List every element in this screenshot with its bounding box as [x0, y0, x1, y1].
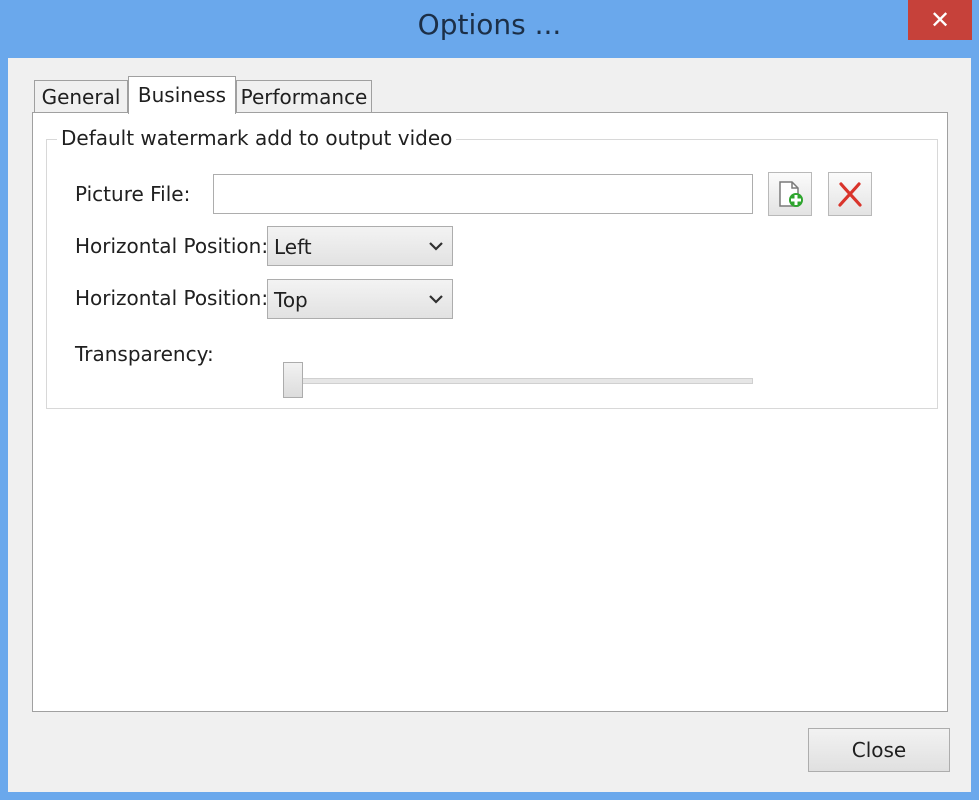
vertical-position-label: Horizontal Position:: [75, 286, 269, 310]
vertical-position-select[interactable]: Top: [267, 279, 453, 319]
tab-general[interactable]: General: [34, 80, 128, 112]
transparency-label: Transparency:: [75, 342, 214, 366]
transparency-slider-track[interactable]: [287, 378, 753, 384]
close-button[interactable]: Close: [808, 728, 950, 772]
business-tab-panel: Default watermark add to output video Pi…: [32, 112, 948, 712]
vertical-position-value: Top: [274, 288, 308, 312]
picture-file-label: Picture File:: [75, 182, 191, 206]
horizontal-position-select[interactable]: Left: [267, 226, 453, 266]
add-picture-button[interactable]: [768, 172, 812, 216]
close-icon: ✕: [929, 6, 951, 34]
tab-business[interactable]: Business: [128, 76, 236, 114]
transparency-slider-thumb[interactable]: [283, 362, 303, 398]
options-window: Options ... ✕ General Business Performan…: [0, 0, 979, 800]
dialog-client-area: General Business Performance Default wat…: [8, 58, 971, 792]
title-bar[interactable]: Options ... ✕: [0, 0, 979, 58]
picture-file-input[interactable]: [213, 174, 753, 214]
watermark-group-title: Default watermark add to output video: [57, 126, 457, 150]
horizontal-position-value: Left: [274, 235, 312, 259]
window-title: Options ...: [417, 8, 562, 41]
chevron-down-icon: [429, 295, 443, 304]
window-close-button[interactable]: ✕: [908, 0, 972, 40]
horizontal-position-label: Horizontal Position:: [75, 234, 269, 258]
add-file-icon: [779, 181, 803, 207]
tab-performance[interactable]: Performance: [236, 80, 372, 112]
remove-picture-button[interactable]: [828, 172, 872, 216]
watermark-groupbox: Default watermark add to output video Pi…: [46, 126, 938, 409]
chevron-down-icon: [429, 242, 443, 251]
red-x-icon: [838, 182, 862, 207]
